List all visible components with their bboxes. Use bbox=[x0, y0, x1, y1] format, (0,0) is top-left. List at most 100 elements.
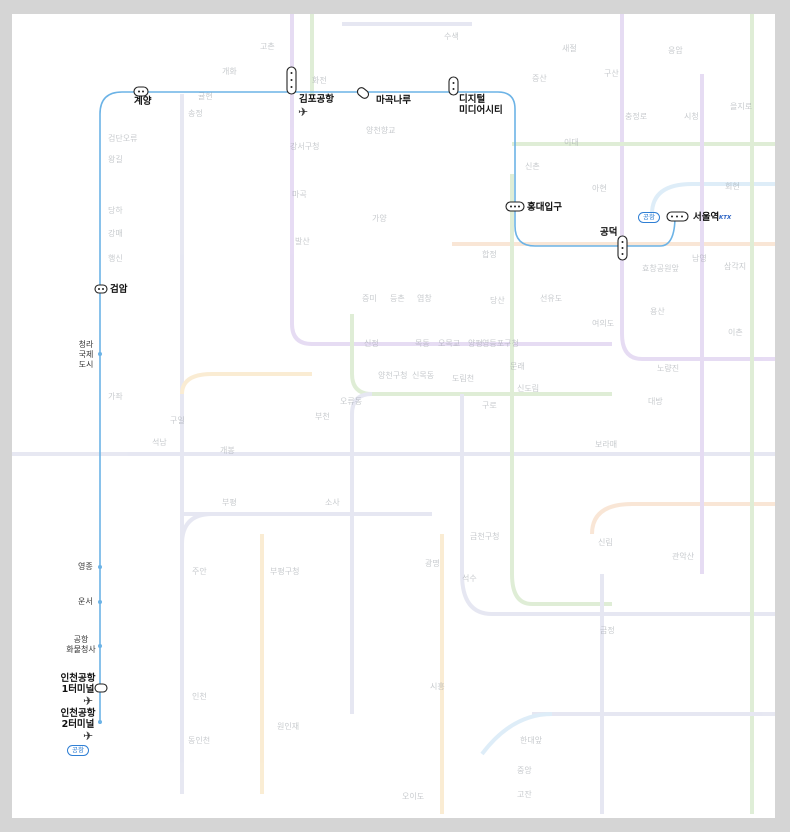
bg-label-mokdong: 목동 bbox=[415, 339, 430, 348]
bg-label-gaehwa: 개화 bbox=[222, 67, 237, 76]
bg-label-boramae: 보라매 bbox=[595, 440, 618, 449]
bg-label-gochon: 고촌 bbox=[260, 42, 275, 51]
bg-label-sinjeong2: 수색 bbox=[444, 32, 459, 41]
bg-label-wanggil: 왕길 bbox=[108, 155, 123, 164]
bg-label-magok: 마곡 bbox=[292, 190, 307, 199]
bg-label-hwajeon: 화전 bbox=[312, 76, 327, 85]
bg-label-hoehyeon: 회현 bbox=[725, 182, 740, 191]
bg-label-sillim: 신림 bbox=[598, 538, 613, 547]
bg-label-yangcheonhyang: 양천향교 bbox=[366, 126, 396, 135]
airport-railroad-line bbox=[99, 91, 676, 724]
station-label-cargo-2: 화물청사 bbox=[66, 645, 96, 654]
bg-label-balsan: 발산 bbox=[295, 237, 310, 246]
bg-label-sinchon: 신촌 bbox=[525, 162, 540, 171]
station-label-seoul[interactable]: 서울역 bbox=[693, 212, 719, 223]
bg-label-dangha: 당하 bbox=[108, 206, 123, 215]
bg-label-yongsan: 용산 bbox=[650, 307, 665, 316]
bg-label-bucheon: 부천 bbox=[315, 412, 330, 421]
station-label-incheon-t1[interactable]: 인천공항 1터미널 bbox=[58, 673, 98, 695]
bg-label-eungam: 응암 bbox=[668, 46, 683, 55]
bg-label-hapjeong: 합정 bbox=[482, 250, 497, 259]
bg-label-seonyudo: 선유도 bbox=[540, 294, 563, 303]
bg-label-hyochang: 효창공원앞 bbox=[642, 264, 679, 273]
bg-label-siheung: 시흥 bbox=[430, 682, 445, 691]
bg-label-geomdan: 검단오류 bbox=[108, 134, 138, 143]
bg-label-noryangjin: 노량진 bbox=[657, 364, 680, 373]
bg-label-gajwa: 가좌 bbox=[108, 392, 123, 401]
bg-label-gyulhyeon: 귤현 bbox=[198, 92, 213, 101]
bg-label-guil: 구일 bbox=[170, 416, 185, 425]
bg-label-mullae: 문래 bbox=[510, 362, 525, 371]
bg-label-sindorim: 신도림 bbox=[517, 384, 540, 393]
bg-label-gojan: 고잔 bbox=[517, 790, 532, 799]
station-label-incheon-t1-1: 인천공항 bbox=[60, 673, 96, 684]
bg-label-ichon: 이촌 bbox=[728, 328, 743, 337]
bg-label-daebang: 대방 bbox=[648, 397, 663, 406]
station-label-cheongna-3: 도시 bbox=[78, 360, 94, 369]
bg-label-hanyang: 한대앞 bbox=[520, 736, 543, 745]
bg-label-jeungsan: 증산 bbox=[532, 74, 547, 83]
station-marker-magongnaru[interactable] bbox=[356, 86, 370, 100]
bg-label-seoknam2: 강매 bbox=[108, 229, 123, 238]
station-label-magongnaru[interactable]: 마곡나루 bbox=[376, 95, 411, 106]
station-label-cargo-1: 공항 bbox=[73, 635, 89, 644]
bg-label-bupyeong: 부평 bbox=[222, 498, 237, 507]
bg-label-gangseo: 강서구청 bbox=[290, 142, 320, 151]
airport-plane-icon-t1: ✈ bbox=[83, 694, 94, 708]
bg-label-geumcheon: 금천구청 bbox=[470, 532, 500, 541]
bg-label-dorimcheon: 도림천 bbox=[452, 374, 475, 383]
bg-label-seoksu: 석수 bbox=[462, 574, 477, 583]
bg-label-jungang: 중앙 bbox=[517, 766, 532, 775]
bg-label-yangpyeong: 양평 bbox=[468, 339, 483, 348]
bg-label-woninjae: 원인재 bbox=[277, 722, 300, 731]
bg-label-yeomchang: 염창 bbox=[417, 294, 432, 303]
bg-label-haengsin: 행신 bbox=[108, 254, 123, 263]
bg-label-juan: 주안 bbox=[192, 567, 207, 576]
bg-label-sicheong: 시청 bbox=[684, 112, 699, 121]
bg-label-yeongdeungpo: 영등포구청 bbox=[482, 339, 519, 348]
station-label-cheongna[interactable]: 청라 국제 도시 bbox=[74, 340, 98, 370]
bg-label-geumjeong: 금정 bbox=[600, 626, 615, 635]
station-label-dmc-line2[interactable]: 미디어시티 bbox=[459, 105, 503, 116]
station-label-gongdeok[interactable]: 공덕 bbox=[600, 227, 617, 238]
station-marker-dmc[interactable] bbox=[448, 76, 459, 96]
station-marker-geomam[interactable] bbox=[94, 284, 108, 294]
bg-label-euljiro: 을지로 bbox=[730, 102, 753, 111]
bg-label-yangcheon: 양천구청 bbox=[378, 371, 408, 380]
bg-label-seoknam: 석남 bbox=[152, 438, 167, 447]
airport-tag-incheon: 공항 bbox=[67, 745, 89, 756]
station-label-yeongjong[interactable]: 영종 bbox=[78, 562, 93, 572]
station-label-geomam[interactable]: 검암 bbox=[110, 284, 127, 295]
bg-label-deungchon: 등촌 bbox=[390, 294, 405, 303]
station-label-incheon-t2[interactable]: 인천공항 2터미널 bbox=[58, 708, 98, 730]
bg-label-bupyeong-gu: 부평구청 bbox=[270, 567, 300, 576]
station-label-gimpo-airport[interactable]: 김포공항 bbox=[299, 94, 334, 105]
bg-label-samgakji: 삼각지 bbox=[724, 262, 747, 271]
airport-tag-seoul: 공항 bbox=[638, 212, 660, 223]
bg-label-songjeong: 송정 bbox=[188, 109, 203, 118]
bg-label-oido: 오이도 bbox=[402, 792, 425, 801]
bg-label-yeouido: 여의도 bbox=[592, 319, 615, 328]
station-label-gyeyang[interactable]: 계양 bbox=[134, 96, 151, 107]
bg-label-ewha: 이대 bbox=[564, 138, 579, 147]
station-label-hongik[interactable]: 홍대입구 bbox=[527, 202, 562, 213]
bg-label-guro: 구로 bbox=[482, 401, 497, 410]
bg-label-saejeol: 새절 bbox=[562, 44, 577, 53]
bg-label-sosa: 소사 bbox=[325, 498, 340, 507]
bg-label-gusan: 구산 bbox=[604, 69, 619, 78]
bg-label-ahyeon: 아현 bbox=[592, 184, 607, 193]
ktx-mark: KTX bbox=[719, 215, 732, 221]
bg-label-incheon: 인천 bbox=[192, 692, 207, 701]
bg-label-gaebong: 개봉 bbox=[220, 446, 235, 455]
bg-label-sinjeong: 신정 bbox=[364, 339, 379, 348]
station-label-unseo[interactable]: 운서 bbox=[78, 597, 93, 607]
bg-label-omokgyo: 오목교 bbox=[438, 339, 461, 348]
bg-label-gwangmyeong: 광명 bbox=[425, 559, 440, 568]
station-label-cargo[interactable]: 공항 화물청사 bbox=[64, 635, 98, 655]
bg-label-sinmokdong: 신목동 bbox=[412, 371, 435, 380]
station-marker-gyeyang[interactable] bbox=[133, 86, 149, 97]
bg-label-gwanaksan: 관악산 bbox=[672, 552, 695, 561]
station-label-dmc-line1[interactable]: 디지털 bbox=[459, 94, 485, 105]
map-frame: 영등포구청 합정 당산 부평 부천 구로 신도림 여의도 노량진 신촌 충정로 … bbox=[12, 14, 775, 818]
bg-label-dongincheon: 동인천 bbox=[188, 736, 211, 745]
